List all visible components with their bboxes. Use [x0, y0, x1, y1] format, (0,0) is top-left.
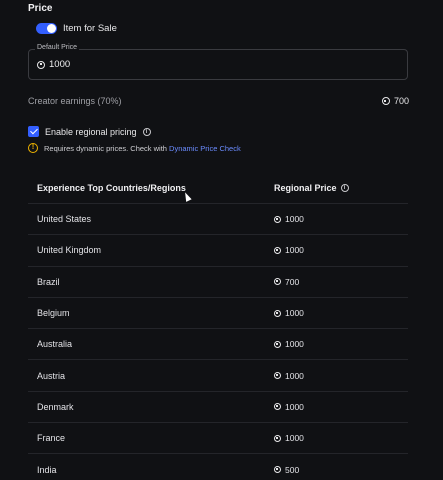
warning-text-wrap: Requires dynamic prices. Check with Dyna… [44, 144, 241, 153]
table-row: Austria 1000 [28, 359, 408, 390]
robux-icon [37, 60, 45, 69]
header-regional-price-wrap: Regional Price i [274, 183, 408, 193]
country-cell: Brazil [37, 276, 60, 287]
header-regional-price: Regional Price [274, 182, 337, 193]
price-cell[interactable]: 1000 [274, 371, 408, 381]
creator-earnings-label: Creator earnings (70%) [28, 96, 122, 106]
item-for-sale-row: Item for Sale [36, 23, 117, 34]
robux-icon [274, 246, 281, 254]
table-row: Belgium 1000 [28, 296, 408, 328]
creator-earnings-value-wrap: 700 [381, 96, 409, 106]
table-header: Experience Top Countries/Regions Regiona… [28, 172, 408, 203]
creator-earnings-value: 700 [393, 96, 409, 106]
header-countries: Experience Top Countries/Regions [37, 182, 186, 193]
robux-icon [381, 97, 390, 105]
price-cell[interactable]: 1000 [274, 339, 408, 349]
default-price-value-wrap: 1000 [37, 59, 70, 70]
regional-pricing-checkbox[interactable] [28, 126, 39, 137]
country-cell: United States [37, 214, 92, 225]
price-cell[interactable]: 1000 [274, 214, 408, 224]
price-cell[interactable]: 700 [274, 277, 408, 287]
toggle-knob [47, 24, 56, 33]
country-cell: Belgium [37, 308, 70, 319]
info-icon[interactable]: i [340, 183, 349, 192]
robux-icon [274, 466, 281, 474]
country-cell: India [37, 464, 57, 475]
item-for-sale-toggle[interactable] [36, 23, 57, 34]
table-body: United States 1000 United Kingdom 1000 Brazi… [28, 203, 408, 480]
price-value: 1000 [285, 401, 304, 412]
country-cell: France [37, 433, 66, 444]
country-cell: Australia [37, 339, 73, 350]
default-price-field[interactable]: Default Price 1000 [28, 44, 408, 80]
price-cell[interactable]: 1000 [274, 245, 408, 255]
robux-icon [274, 278, 281, 286]
table-row: Denmark 1000 [28, 390, 408, 422]
price-value: 1000 [285, 370, 304, 381]
price-value: 1000 [285, 245, 304, 256]
country-cell: Denmark [37, 401, 74, 412]
default-price-label: Default Price [35, 44, 80, 51]
price-value: 500 [285, 464, 300, 475]
default-price-value[interactable]: 1000 [49, 59, 70, 70]
robux-icon [274, 403, 281, 411]
price-value: 1000 [285, 433, 304, 444]
price-value: 1000 [285, 308, 304, 319]
regional-price-table: Experience Top Countries/Regions Regiona… [28, 172, 408, 480]
regional-pricing-row: Enable regional pricing i [28, 126, 151, 137]
table-row: India 500 [28, 453, 408, 480]
price-value: 1000 [285, 339, 304, 350]
item-for-sale-label: Item for Sale [63, 23, 117, 34]
table-row: United States 1000 [28, 203, 408, 234]
price-value: 1000 [285, 214, 304, 225]
info-icon[interactable]: i [142, 127, 151, 136]
regional-pricing-label: Enable regional pricing [45, 126, 137, 137]
dynamic-price-warning: ! Requires dynamic prices. Check with Dy… [28, 143, 241, 153]
robux-icon [274, 372, 281, 380]
price-cell[interactable]: 1000 [274, 402, 408, 412]
table-row: France 1000 [28, 422, 408, 453]
country-cell: Austria [37, 370, 66, 381]
warning-icon: ! [28, 143, 38, 153]
table-row: Australia 1000 [28, 328, 408, 359]
robux-icon [274, 309, 281, 317]
price-cell[interactable]: 1000 [274, 433, 408, 443]
price-value: 700 [285, 276, 300, 287]
dynamic-price-check-link[interactable]: Dynamic Price Check [169, 144, 241, 153]
price-cell[interactable]: 1000 [274, 308, 408, 318]
table-row: United Kingdom 1000 [28, 234, 408, 265]
price-section-title: Price [28, 3, 53, 14]
price-cell[interactable]: 500 [274, 465, 408, 475]
warning-text: Requires dynamic prices. Check with [44, 143, 170, 153]
robux-icon [274, 340, 281, 348]
robux-icon [274, 215, 281, 223]
country-cell: United Kingdom [37, 245, 102, 256]
table-row: Brazil 700 [28, 265, 408, 297]
robux-icon [274, 434, 281, 442]
